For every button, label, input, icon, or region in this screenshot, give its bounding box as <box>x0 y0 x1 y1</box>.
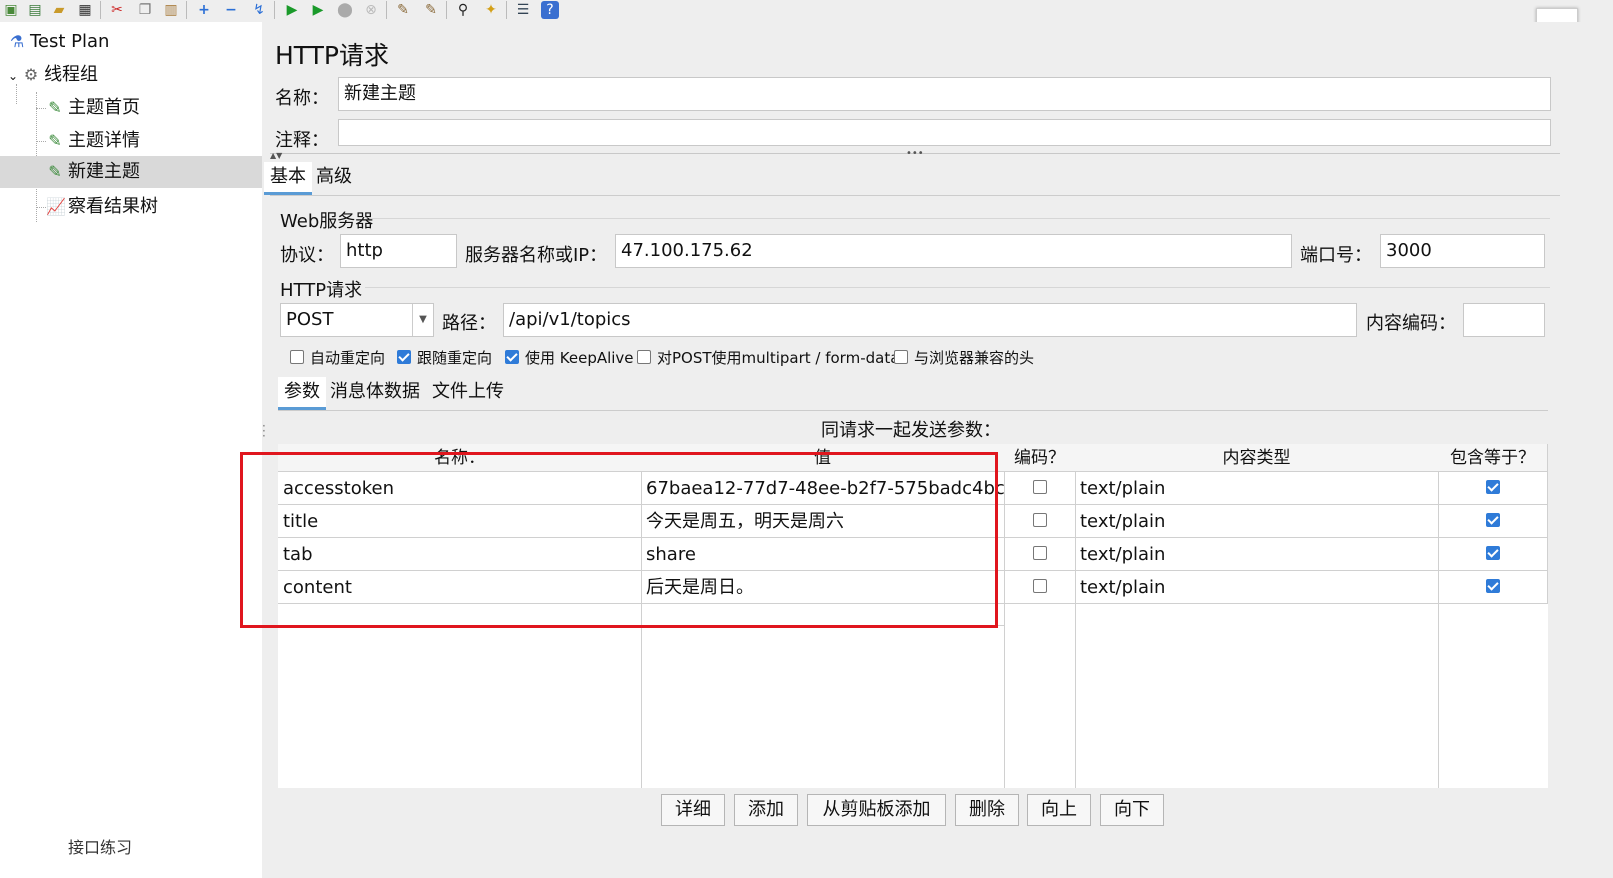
auto-redirect-checkbox[interactable]: 自动重定向 <box>290 347 385 368</box>
function-helper-icon[interactable]: ☰ <box>514 1 532 19</box>
move-down-button[interactable]: 向下 <box>1100 794 1164 826</box>
add-button[interactable]: 添加 <box>734 794 798 826</box>
tree-cut-label: 接口练习 <box>68 838 133 857</box>
port-input[interactable]: 3000 <box>1380 234 1545 268</box>
tab-advanced[interactable]: 高级 <box>310 162 358 192</box>
tree-node-view-results-tree[interactable]: 📈 察看结果树 <box>46 191 158 223</box>
param-encode-checkbox[interactable] <box>1004 505 1076 538</box>
detail-button[interactable]: 详细 <box>661 794 725 826</box>
stop-icon[interactable]: ⬤ <box>336 1 354 19</box>
content-encoding-label: 内容编码： <box>1366 313 1456 334</box>
content-encoding-input[interactable] <box>1463 303 1545 337</box>
name-field[interactable]: 新建主题 <box>338 77 1551 111</box>
test-plan-tree: ⚗ Test Plan ⌄ ⚙ 线程组 ✎ 主题首页 ✎ 主题详情 ✎ 新建主题 📈 察看结果… <box>0 22 263 878</box>
server-label: 服务器名称或IP： <box>465 245 608 266</box>
help-icon[interactable]: ? <box>541 1 559 19</box>
keepalive-checkbox[interactable]: 使用 KeepAlive <box>505 347 634 368</box>
param-content-type-cell[interactable]: text/plain <box>1075 538 1439 571</box>
param-include-equals-checkbox[interactable] <box>1438 571 1548 604</box>
gear-icon: ⚙ <box>23 65 39 84</box>
follow-redirect-checkbox[interactable]: 跟随重定向 <box>397 347 492 368</box>
web-server-group-title: Web服务器 <box>280 211 374 232</box>
protocol-label: 协议： <box>280 245 334 266</box>
sampler-icon: ✎ <box>48 98 62 117</box>
listener-icon: 📈 <box>46 197 66 216</box>
reset-search-icon[interactable]: ✦ <box>482 1 500 19</box>
params-caption: 同请求一起发送参数： <box>821 420 1001 441</box>
http-request-group-title: HTTP请求 <box>280 280 363 301</box>
tree-node-topic-detail[interactable]: ✎ 主题详情 <box>46 125 140 157</box>
page-title: HTTP请求 <box>275 41 389 70</box>
search-icon[interactable]: ⚲ <box>454 1 472 19</box>
highlight-annotation-box <box>240 452 998 628</box>
sampler-icon: ✎ <box>48 131 62 150</box>
start-no-pause-icon[interactable]: ▶ <box>309 1 327 19</box>
cut-icon[interactable]: ✂ <box>108 1 126 19</box>
header-content-type[interactable]: 内容类型 <box>1075 444 1439 472</box>
test-plan-icon: ⚗ <box>9 32 25 51</box>
clear-all-icon[interactable]: ✎ <box>422 1 440 19</box>
http-request-panel: HTTP请求 名称： 新建主题 注释： ▲▼ ••• 基本 高级 Web服务器 … <box>264 22 1613 878</box>
method-select[interactable]: POST ▼ <box>280 303 434 337</box>
move-up-button[interactable]: 向上 <box>1027 794 1091 826</box>
start-icon[interactable]: ▶ <box>283 1 301 19</box>
open-folder-icon[interactable]: ▰ <box>50 1 68 19</box>
multipart-checkbox[interactable]: 对POST使用multipart / form-data <box>637 347 899 368</box>
tab-files-upload[interactable]: 文件上传 <box>426 377 510 407</box>
sampler-icon: ✎ <box>48 162 62 181</box>
tree-node-topic-home[interactable]: ✎ 主题首页 <box>46 92 140 124</box>
header-encode[interactable]: 编码？ <box>1004 444 1076 472</box>
path-input[interactable]: /api/v1/topics <box>503 303 1357 337</box>
open-icon[interactable]: ▤ <box>26 1 44 19</box>
tab-body-data[interactable]: 消息体数据 <box>324 377 426 407</box>
split-pane-divider[interactable]: · · · <box>262 22 270 878</box>
header-include-equals[interactable]: 包含等于？ <box>1438 444 1548 472</box>
tree-node-thread-group[interactable]: ⌄ ⚙ 线程组 <box>8 59 98 91</box>
param-encode-checkbox[interactable] <box>1004 571 1076 604</box>
browser-compatible-headers-checkbox[interactable]: 与浏览器兼容的头 <box>894 347 1034 368</box>
param-encode-checkbox[interactable] <box>1004 472 1076 505</box>
add-from-clipboard-button[interactable]: 从剪贴板添加 <box>807 794 946 826</box>
param-include-equals-checkbox[interactable] <box>1438 505 1548 538</box>
param-content-type-cell[interactable]: text/plain <box>1075 505 1439 538</box>
param-content-type-cell[interactable]: text/plain <box>1075 571 1439 604</box>
clear-icon[interactable]: ✎ <box>394 1 412 19</box>
paste-icon[interactable]: ▥ <box>162 1 180 19</box>
collapse-divider[interactable]: ▲▼ ••• <box>270 148 1560 160</box>
comment-label: 注释： <box>275 130 329 151</box>
path-label: 路径： <box>442 313 496 334</box>
tree-node-test-plan[interactable]: ⚗ Test Plan <box>8 26 110 58</box>
name-label: 名称： <box>275 88 329 109</box>
tab-parameters[interactable]: 参数 <box>278 377 326 410</box>
param-include-equals-checkbox[interactable] <box>1438 472 1548 505</box>
template-icon[interactable]: ▣ <box>2 1 20 19</box>
protocol-input[interactable]: http <box>340 234 457 268</box>
server-input[interactable]: 47.100.175.62 <box>615 234 1292 268</box>
tab-basic[interactable]: 基本 <box>264 162 312 195</box>
chevron-down-icon[interactable]: ▼ <box>412 304 433 336</box>
comment-field[interactable] <box>338 119 1551 146</box>
expand-icon[interactable]: + <box>195 1 213 19</box>
toolbar: ▣ ▤ ▰ ▦ ✂ ❐ ▥ + − ↯ ▶ ▶ ⬤ ⊗ ✎ ✎ ⚲ ✦ ☰ ? <box>0 0 1613 90</box>
tree-node-new-topic[interactable]: ✎ 新建主题 <box>0 156 262 188</box>
save-icon[interactable]: ▦ <box>76 1 94 19</box>
port-label: 端口号： <box>1300 245 1372 266</box>
toggle-icon[interactable]: ↯ <box>250 1 268 19</box>
param-encode-checkbox[interactable] <box>1004 538 1076 571</box>
param-include-equals-checkbox[interactable] <box>1438 538 1548 571</box>
param-content-type-cell[interactable]: text/plain <box>1075 472 1439 505</box>
shutdown-icon[interactable]: ⊗ <box>362 1 380 19</box>
chevron-down-icon[interactable]: ⌄ <box>8 69 18 83</box>
copy-icon[interactable]: ❐ <box>136 1 154 19</box>
collapse-icon[interactable]: − <box>222 1 240 19</box>
delete-button[interactable]: 删除 <box>955 794 1019 826</box>
